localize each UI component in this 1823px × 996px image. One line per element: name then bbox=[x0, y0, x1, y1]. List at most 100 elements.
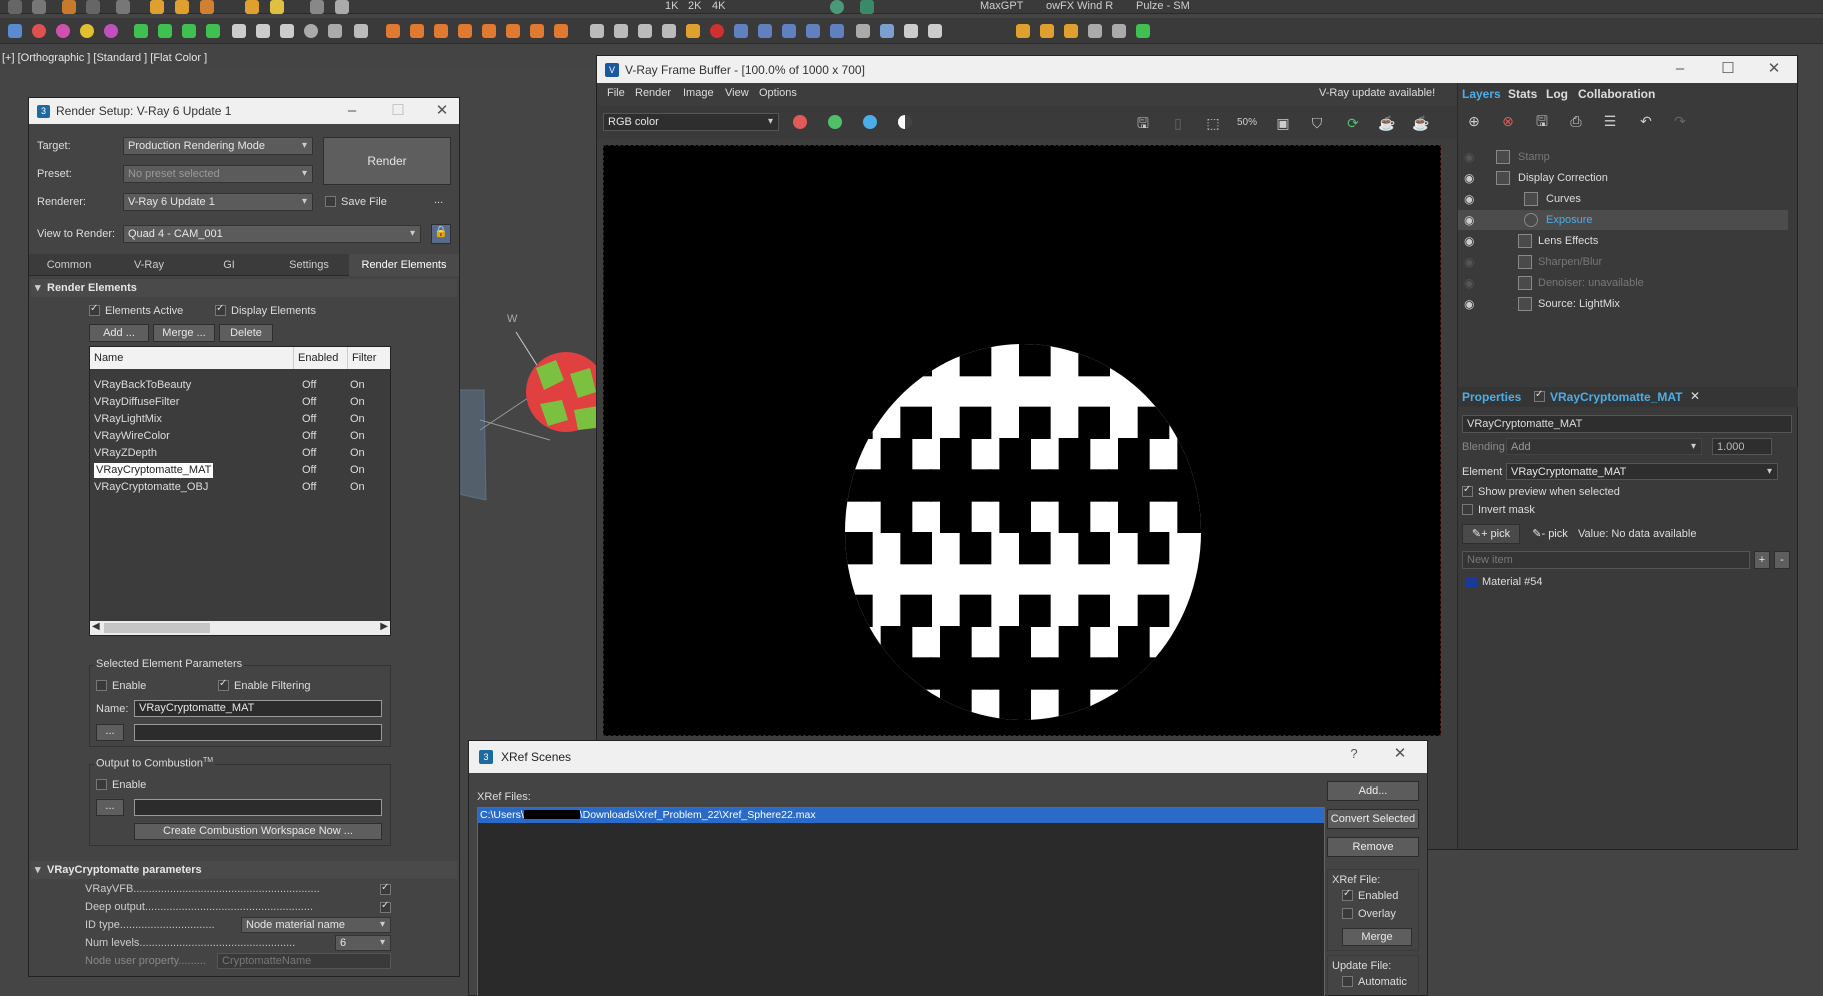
node-user-property-field[interactable]: CryptomatteName bbox=[217, 953, 391, 969]
xref-merge-button[interactable]: Merge bbox=[1342, 928, 1412, 946]
quality-1k[interactable]: 1K bbox=[665, 0, 678, 12]
wave3-icon[interactable] bbox=[830, 24, 844, 38]
zoom-icon[interactable]: 50% bbox=[1237, 113, 1257, 133]
visibility-icon[interactable]: ◉ bbox=[1464, 147, 1474, 167]
undo-layer-icon[interactable]: ↶ bbox=[1636, 111, 1656, 131]
material-editor-icon[interactable] bbox=[310, 0, 324, 14]
render-elements-rollout[interactable]: Render Elements bbox=[31, 279, 457, 297]
xref-titlebar[interactable]: 3 XRef Scenes ? ✕ bbox=[469, 741, 1427, 773]
visibility-icon[interactable]: ◉ bbox=[1464, 231, 1474, 251]
vfb-close-icon[interactable]: ✕ bbox=[1757, 56, 1791, 82]
xref-file-row[interactable]: C:\Users\ \Downloads\Xref_Problem_22\Xref… bbox=[478, 808, 1324, 823]
create-combustion-button[interactable]: Create Combustion Workspace Now ... bbox=[134, 823, 382, 840]
remove-button[interactable]: Remove bbox=[1327, 837, 1419, 857]
quality-4k[interactable]: 4K bbox=[712, 0, 725, 12]
show-preview-checkbox[interactable]: Show preview when selected bbox=[1462, 484, 1620, 498]
column-name[interactable]: Name bbox=[90, 347, 294, 369]
render-teapot-icon[interactable]: ☕ bbox=[1377, 113, 1397, 133]
display-elements-checkbox[interactable]: Display Elements bbox=[215, 303, 316, 317]
table-row[interactable]: VRayBackToBeauty Off On bbox=[94, 378, 384, 393]
region-icon[interactable]: ⬚ bbox=[1203, 113, 1223, 133]
fr-icon[interactable] bbox=[1016, 24, 1030, 38]
id-type-dropdown[interactable]: Node material name bbox=[241, 917, 391, 933]
minus-pick-button[interactable]: ✎- pick bbox=[1528, 524, 1572, 544]
plus-pick-button[interactable]: ✎+ pick bbox=[1462, 524, 1520, 544]
wave-icon[interactable] bbox=[782, 24, 796, 38]
render-image-view[interactable] bbox=[603, 145, 1441, 736]
vray-update-notice[interactable]: V-Ray update available! bbox=[1319, 87, 1435, 99]
table-row[interactable]: VRayWireColor Off On bbox=[94, 429, 384, 444]
preset-dropdown[interactable]: No preset selected bbox=[123, 165, 313, 183]
cloud-icon[interactable] bbox=[590, 24, 604, 38]
table-row-selected[interactable]: VRayCryptomatte_MAT Off On bbox=[94, 463, 384, 478]
merge-element-button[interactable]: Merge ... bbox=[153, 324, 215, 342]
element-path-field[interactable] bbox=[134, 724, 382, 741]
table-row[interactable]: VRayZDepth Off On bbox=[94, 446, 384, 461]
layer-exposure[interactable]: ◉ Exposure bbox=[1458, 210, 1788, 230]
menu-image[interactable]: Image bbox=[683, 87, 714, 99]
mug-icon[interactable] bbox=[614, 24, 628, 38]
plugin-icon[interactable] bbox=[830, 0, 844, 14]
refresh-icon[interactable] bbox=[304, 24, 318, 38]
fr3-icon[interactable] bbox=[1064, 24, 1078, 38]
sphere-icon[interactable] bbox=[56, 24, 70, 38]
delete-element-button[interactable]: Delete bbox=[219, 324, 273, 342]
green-icon[interactable] bbox=[1136, 24, 1150, 38]
select-icon[interactable] bbox=[62, 0, 76, 14]
column-filter[interactable]: Filter bbox=[348, 347, 390, 369]
visibility-icon[interactable]: ◉ bbox=[1464, 294, 1474, 314]
tab-gi[interactable]: GI bbox=[189, 254, 269, 276]
lock-icon[interactable]: 🔒 bbox=[431, 224, 451, 244]
snap-icon[interactable] bbox=[206, 24, 220, 38]
fire8-icon[interactable] bbox=[554, 24, 568, 38]
play-icon[interactable] bbox=[232, 24, 246, 38]
omni-icon[interactable] bbox=[245, 0, 259, 14]
stop-render-icon[interactable] bbox=[280, 24, 294, 38]
tab-collaboration[interactable]: Collaboration bbox=[1578, 87, 1655, 101]
interactive-render-icon[interactable]: ⟳ bbox=[1343, 113, 1363, 133]
film-icon[interactable] bbox=[904, 24, 918, 38]
enable-check[interactable] bbox=[96, 680, 107, 691]
wave2-icon[interactable] bbox=[806, 24, 820, 38]
hierarchy-icon[interactable] bbox=[134, 24, 148, 38]
pulze-tab[interactable]: Pulze - SM bbox=[1136, 0, 1190, 12]
scrollbar-thumb[interactable] bbox=[104, 623, 210, 633]
xref-close-icon[interactable]: ✕ bbox=[1383, 741, 1417, 767]
cryptomatte-rollout[interactable]: VRayCryptomatte parameters bbox=[31, 861, 457, 879]
layer-lens-effects[interactable]: ◉ Lens Effects bbox=[1458, 231, 1788, 251]
clear-icon[interactable]: ▯ bbox=[1168, 113, 1188, 133]
vrayvfb-check[interactable] bbox=[380, 882, 391, 895]
teapot-disabled-icon[interactable]: ☕ bbox=[1411, 113, 1431, 133]
link-green-icon[interactable] bbox=[158, 24, 172, 38]
render-button[interactable]: Render bbox=[323, 137, 451, 185]
stop-icon[interactable] bbox=[32, 24, 46, 38]
undo-icon[interactable] bbox=[8, 0, 22, 14]
convert-selected-button[interactable]: Convert Selected bbox=[1327, 809, 1419, 829]
save-file-check[interactable] bbox=[325, 196, 336, 207]
tea-icon[interactable] bbox=[662, 24, 676, 38]
num-levels-spinner[interactable]: 6 bbox=[335, 935, 391, 951]
table-row[interactable]: VRayDiffuseFilter Off On bbox=[94, 395, 384, 410]
renderer-dropdown[interactable]: V-Ray 6 Update 1 bbox=[123, 193, 313, 211]
tab-layers[interactable]: Layers bbox=[1462, 87, 1501, 101]
menu-view[interactable]: View bbox=[725, 87, 749, 99]
redo-icon[interactable] bbox=[32, 0, 46, 14]
layer-curves[interactable]: ◉ Curves bbox=[1458, 189, 1788, 209]
xref-add-button[interactable]: Add... bbox=[1327, 781, 1419, 801]
automatic-check[interactable] bbox=[1342, 976, 1353, 987]
record-icon[interactable] bbox=[710, 24, 724, 38]
deep-output-check[interactable] bbox=[380, 900, 391, 913]
channel-dropdown[interactable]: RGB color bbox=[603, 113, 779, 131]
visibility-icon[interactable]: ◉ bbox=[1464, 273, 1474, 293]
fire7-icon[interactable] bbox=[530, 24, 544, 38]
lamp-icon[interactable] bbox=[686, 24, 700, 38]
maximize-icon[interactable]: ☐ bbox=[381, 98, 415, 124]
vfb-titlebar[interactable]: V V-Ray Frame Buffer - [100.0% of 1000 x… bbox=[597, 56, 1797, 83]
fire-icon[interactable] bbox=[386, 24, 400, 38]
layer-sharpen-blur[interactable]: ◉ Sharpen/Blur bbox=[1458, 252, 1788, 272]
cup-icon[interactable] bbox=[638, 24, 652, 38]
opacity-spinner[interactable]: 1.000 bbox=[1712, 438, 1772, 455]
windfx-tab[interactable]: owFX Wind R bbox=[1046, 0, 1113, 12]
tab-common[interactable]: Common bbox=[29, 254, 109, 276]
add-layer-icon[interactable]: ⊕ bbox=[1464, 111, 1484, 131]
